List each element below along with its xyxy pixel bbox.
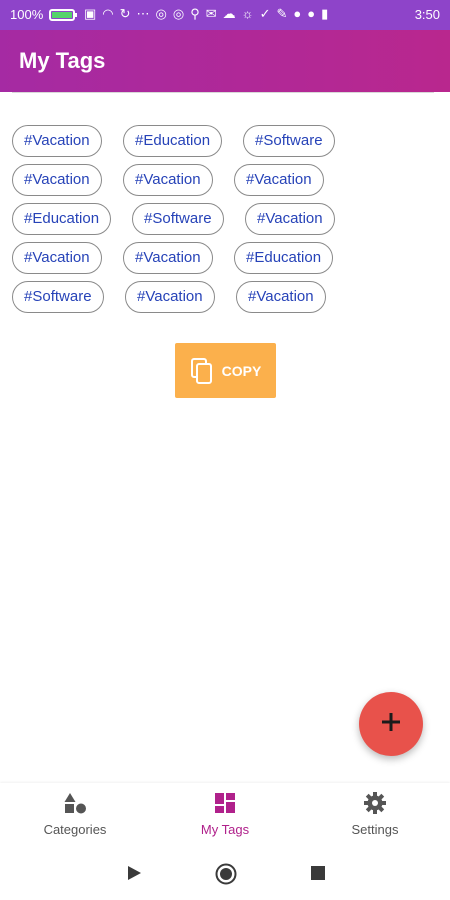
nav-label-my-tags: My Tags (200, 822, 250, 837)
dashboard-grid-icon (213, 791, 237, 818)
nav-label-categories: Categories (43, 822, 107, 837)
tag-chip[interactable]: #Software (132, 203, 224, 235)
tag-chip[interactable]: #Software (12, 281, 104, 313)
status-left: 100% (10, 7, 78, 22)
tag-chip[interactable]: #Software (243, 125, 335, 157)
nav-item-categories[interactable]: Categories (15, 791, 135, 837)
cast-icon: ▣ (84, 6, 97, 21)
home-circle-icon[interactable] (215, 863, 237, 890)
copy-button-label: COPY (221, 362, 262, 379)
sync-off-icon: ↻ (119, 6, 131, 21)
mail-icon: ✉ (205, 6, 217, 21)
copy-button[interactable]: COPY (175, 343, 276, 398)
tag-chip[interactable]: #Vacation (236, 281, 326, 313)
tag-chip[interactable]: #Vacation (12, 242, 102, 274)
facebook-icon: ● (293, 6, 302, 21)
status-right: 3:50 (415, 7, 440, 22)
bottom-navigation: Categories My Tags Settings (0, 783, 450, 845)
page-title: My Tags (19, 48, 106, 73)
add-tag-button[interactable] (359, 692, 423, 756)
tag-chip[interactable]: #Vacation (245, 203, 335, 235)
battery-icon (49, 8, 78, 21)
tag-chip[interactable]: #Vacation (12, 125, 102, 157)
back-play-icon[interactable] (126, 865, 142, 886)
divider (12, 92, 434, 93)
recents-square-icon[interactable] (311, 866, 325, 885)
location-icon: ⚲ (190, 6, 200, 21)
status-bar: 100% ▣ ◠ ↻ ⋯ ◎ ◎ ⚲ ✉ ☁ ☼ ✓ ✎ ● ● ▮ 3:50 (0, 0, 450, 30)
wifi-icon: ◠ (102, 6, 114, 21)
notification-icons: ▣ ◠ ↻ ⋯ ◎ ◎ ⚲ ✉ ☁ ☼ ✓ ✎ ● ● ▮ (84, 6, 328, 22)
plus-icon (380, 711, 402, 738)
tag-chip[interactable]: #Vacation (12, 164, 102, 196)
app-bar: My Tags (0, 30, 450, 92)
brightness-icon: ☼ (241, 6, 254, 21)
pencil-icon: ✎ (276, 6, 288, 21)
tag-chip[interactable]: #Education (123, 125, 223, 157)
instagram-icon: ◎ (172, 6, 185, 21)
facebook-icon: ● (307, 6, 316, 21)
cloud-icon: ☁ (222, 6, 236, 21)
battery-percent: 100% (10, 7, 44, 22)
system-navigation-bar (0, 845, 450, 900)
more-icon: ⋯ (136, 6, 150, 21)
status-time: 3:50 (414, 7, 440, 22)
tag-chip[interactable]: #Vacation (123, 164, 213, 196)
copy-icon (190, 357, 214, 385)
tag-chip[interactable]: #Vacation (125, 281, 215, 313)
tag-chip[interactable]: #Vacation (234, 164, 324, 196)
categories-shapes-icon (63, 791, 87, 818)
nav-item-my-tags[interactable]: My Tags (165, 791, 285, 837)
instagram-icon: ◎ (155, 6, 167, 21)
gear-icon (363, 791, 387, 818)
trash-icon: ▮ (321, 6, 329, 21)
nav-item-settings[interactable]: Settings (315, 791, 435, 837)
tag-chip[interactable]: #Education (12, 203, 112, 235)
check-icon: ✓ (259, 6, 271, 21)
tag-chip[interactable]: #Vacation (123, 242, 213, 274)
tag-chip[interactable]: #Education (234, 242, 334, 274)
nav-label-settings: Settings (351, 822, 399, 837)
